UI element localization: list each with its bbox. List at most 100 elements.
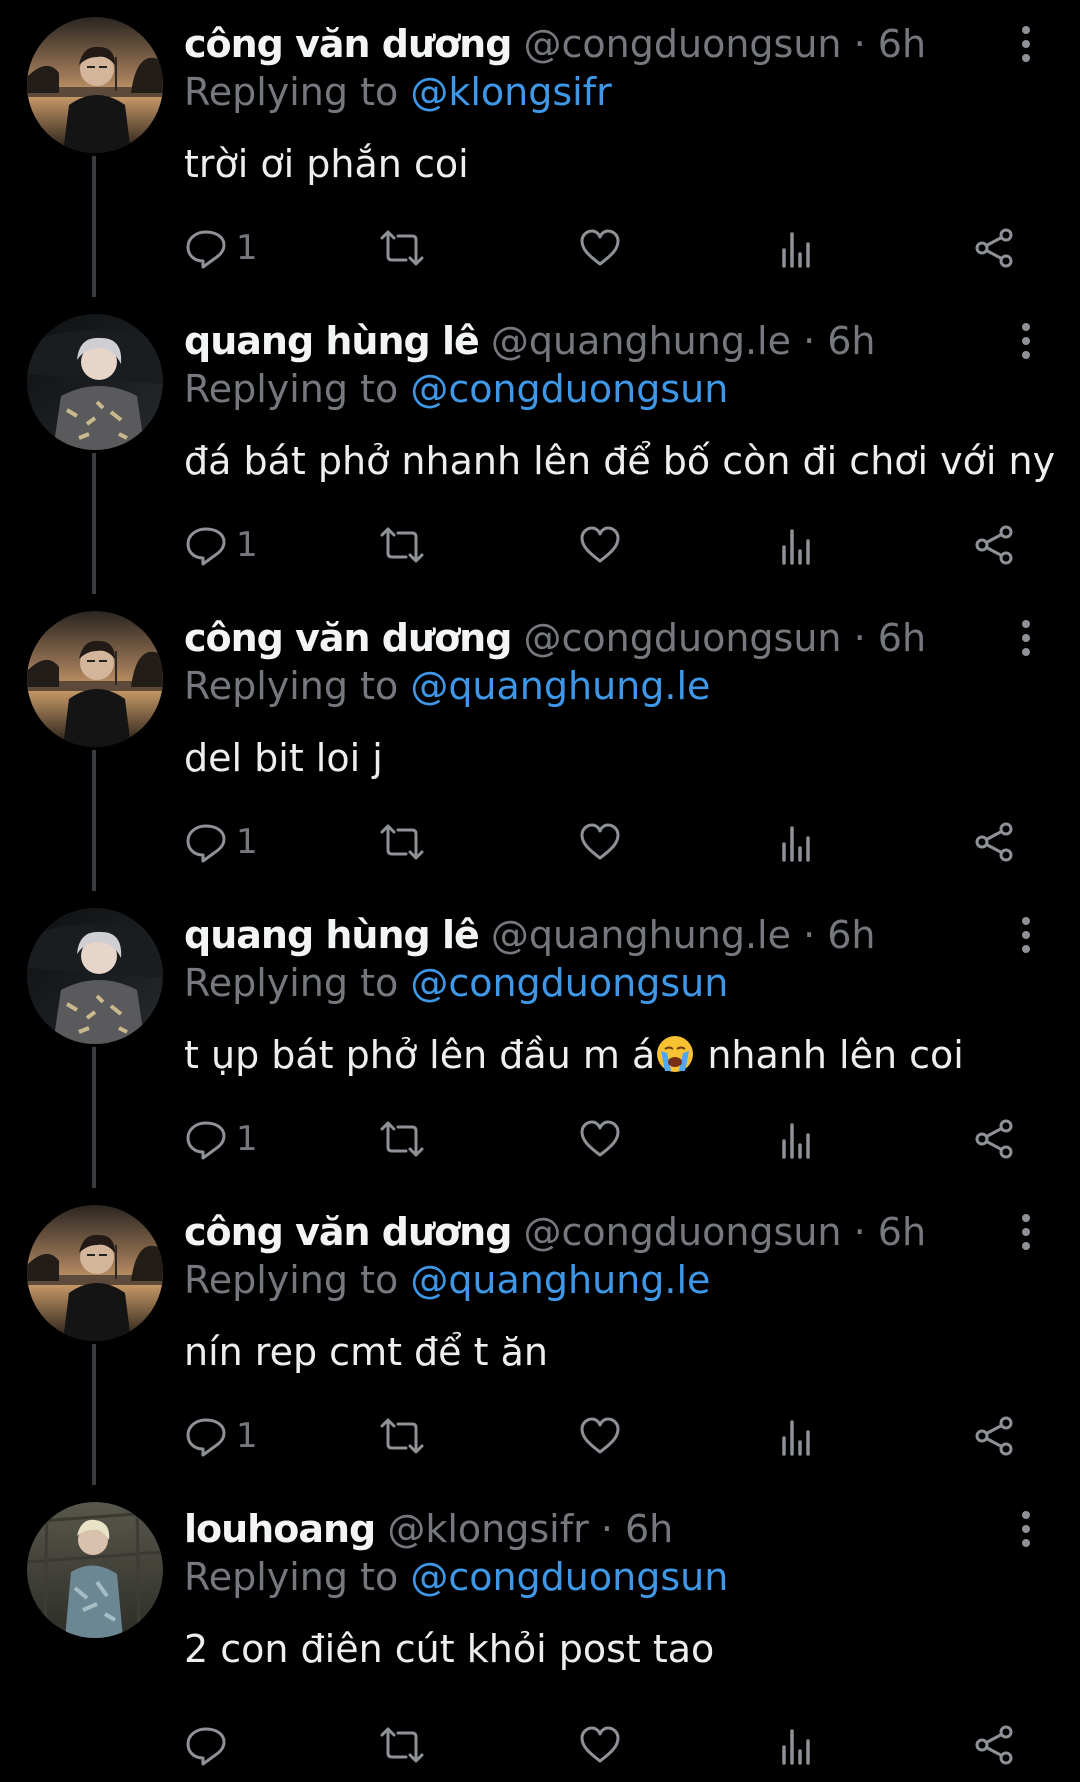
more-options-button[interactable] bbox=[1008, 1200, 1044, 1260]
share-button[interactable] bbox=[972, 1715, 1016, 1775]
user-handle[interactable]: @congduongsun bbox=[524, 22, 842, 66]
reply-button[interactable]: 1 bbox=[184, 515, 258, 575]
more-vertical-icon bbox=[1022, 323, 1030, 359]
avatar-quanghung[interactable] bbox=[27, 908, 163, 1044]
heart-icon bbox=[580, 1417, 620, 1454]
timestamp[interactable]: 6h bbox=[878, 22, 926, 66]
replying-to-label: Replying to bbox=[184, 961, 411, 1005]
more-options-button[interactable] bbox=[1008, 1497, 1044, 1557]
avatar-congduongsun[interactable] bbox=[27, 611, 163, 747]
replying-to-label: Replying to bbox=[184, 367, 411, 411]
user-handle[interactable]: @congduongsun bbox=[524, 1210, 842, 1254]
display-name[interactable]: công văn dương bbox=[184, 616, 512, 660]
retweet-button[interactable] bbox=[378, 218, 426, 278]
reply-text: đá bát phở nhanh lên để bố còn đi chơi v… bbox=[184, 437, 1055, 485]
like-button[interactable] bbox=[578, 218, 622, 278]
replying-to-mention[interactable]: @klongsifr bbox=[410, 70, 611, 114]
reply-button[interactable]: 1 bbox=[184, 812, 258, 872]
reply-item[interactable]: công văn dương @congduongsun · 6h Replyi… bbox=[0, 594, 1080, 891]
more-vertical-icon bbox=[1022, 26, 1030, 62]
avatar-quanghung[interactable] bbox=[27, 314, 163, 450]
retweet-icon bbox=[380, 1418, 424, 1454]
avatar-klongsifr[interactable] bbox=[27, 1502, 163, 1638]
more-options-button[interactable] bbox=[1008, 309, 1044, 369]
reply-item[interactable]: công văn dương @congduongsun · 6h Replyi… bbox=[0, 1188, 1080, 1485]
user-handle[interactable]: @quanghung.le bbox=[491, 913, 791, 957]
reply-button[interactable] bbox=[184, 1715, 236, 1775]
retweet-button[interactable] bbox=[378, 1715, 426, 1775]
avatar-congduongsun[interactable] bbox=[27, 1205, 163, 1341]
like-button[interactable] bbox=[578, 812, 622, 872]
reply-thread: công văn dương @congduongsun · 6h Replyi… bbox=[0, 0, 1080, 1772]
more-vertical-icon bbox=[1022, 1214, 1030, 1250]
timestamp[interactable]: 6h bbox=[878, 616, 926, 660]
action-bar bbox=[0, 1715, 1080, 1775]
timestamp[interactable]: 6h bbox=[827, 913, 875, 957]
views-button[interactable] bbox=[778, 218, 818, 278]
replying-to-mention[interactable]: @congduongsun bbox=[410, 367, 728, 411]
views-button[interactable] bbox=[778, 515, 818, 575]
replying-to-mention[interactable]: @congduongsun bbox=[410, 1555, 728, 1599]
reply-icon bbox=[186, 1727, 226, 1766]
views-icon bbox=[782, 529, 810, 565]
views-icon bbox=[782, 1729, 810, 1765]
share-icon bbox=[975, 822, 1013, 862]
views-button[interactable] bbox=[778, 812, 818, 872]
retweet-button[interactable] bbox=[378, 812, 426, 872]
more-options-button[interactable] bbox=[1008, 903, 1044, 963]
display-name[interactable]: quang hùng lê bbox=[184, 913, 480, 957]
timestamp[interactable]: 6h bbox=[625, 1507, 673, 1551]
like-button[interactable] bbox=[578, 1109, 622, 1169]
share-icon bbox=[975, 1725, 1013, 1765]
crying-face-emoji bbox=[657, 1036, 694, 1072]
avatar-congduongsun[interactable] bbox=[27, 17, 163, 153]
share-button[interactable] bbox=[972, 1109, 1016, 1169]
retweet-button[interactable] bbox=[378, 515, 426, 575]
views-button[interactable] bbox=[778, 1406, 818, 1466]
user-handle[interactable]: @klongsifr bbox=[387, 1507, 588, 1551]
reply-button[interactable]: 1 bbox=[184, 1406, 258, 1466]
views-button[interactable] bbox=[778, 1715, 818, 1775]
display-name[interactable]: louhoang bbox=[184, 1507, 376, 1551]
views-button[interactable] bbox=[778, 1109, 818, 1169]
replying-to-line: Replying to @quanghung.le bbox=[184, 662, 710, 710]
share-icon bbox=[975, 1119, 1013, 1159]
reply-text-content: trời ơi phắn coi bbox=[184, 142, 469, 186]
replying-to-line: Replying to @congduongsun bbox=[184, 1553, 728, 1601]
share-button[interactable] bbox=[972, 515, 1016, 575]
more-options-button[interactable] bbox=[1008, 606, 1044, 666]
reply-item[interactable]: quang hùng lê @quanghung.le · 6h Replyin… bbox=[0, 297, 1080, 594]
retweet-button[interactable] bbox=[378, 1109, 426, 1169]
replying-to-mention[interactable]: @quanghung.le bbox=[410, 664, 710, 708]
replying-to-mention[interactable]: @congduongsun bbox=[410, 961, 728, 1005]
user-handle[interactable]: @congduongsun bbox=[524, 616, 842, 660]
share-button[interactable] bbox=[972, 218, 1016, 278]
display-name[interactable]: công văn dương bbox=[184, 22, 512, 66]
reply-header: louhoang @klongsifr · 6h bbox=[184, 1505, 673, 1553]
display-name[interactable]: quang hùng lê bbox=[184, 319, 480, 363]
timestamp[interactable]: 6h bbox=[827, 319, 875, 363]
more-options-button[interactable] bbox=[1008, 12, 1044, 72]
replying-to-mention[interactable]: @quanghung.le bbox=[410, 1258, 710, 1302]
reply-button[interactable]: 1 bbox=[184, 1109, 258, 1169]
reply-count: 1 bbox=[236, 1119, 258, 1159]
like-button[interactable] bbox=[578, 1715, 622, 1775]
reply-text: t ụp bát phở lên đầu m á nhanh lên coi bbox=[184, 1031, 964, 1079]
more-vertical-icon bbox=[1022, 917, 1030, 953]
separator-dot: · bbox=[803, 319, 816, 363]
share-button[interactable] bbox=[972, 1406, 1016, 1466]
timestamp[interactable]: 6h bbox=[878, 1210, 926, 1254]
reply-button[interactable]: 1 bbox=[184, 218, 258, 278]
retweet-button[interactable] bbox=[378, 1406, 426, 1466]
reply-item[interactable]: công văn dương @congduongsun · 6h Replyi… bbox=[0, 0, 1080, 297]
reply-text: del bit loi j bbox=[184, 734, 383, 782]
user-handle[interactable]: @quanghung.le bbox=[491, 319, 791, 363]
share-button[interactable] bbox=[972, 812, 1016, 872]
like-button[interactable] bbox=[578, 515, 622, 575]
retweet-icon bbox=[380, 1727, 424, 1763]
reply-item[interactable]: louhoang @klongsifr · 6h Replying to @co… bbox=[0, 1485, 1080, 1782]
share-icon bbox=[975, 525, 1013, 565]
like-button[interactable] bbox=[578, 1406, 622, 1466]
reply-item[interactable]: quang hùng lê @quanghung.le · 6h Replyin… bbox=[0, 891, 1080, 1188]
display-name[interactable]: công văn dương bbox=[184, 1210, 512, 1254]
